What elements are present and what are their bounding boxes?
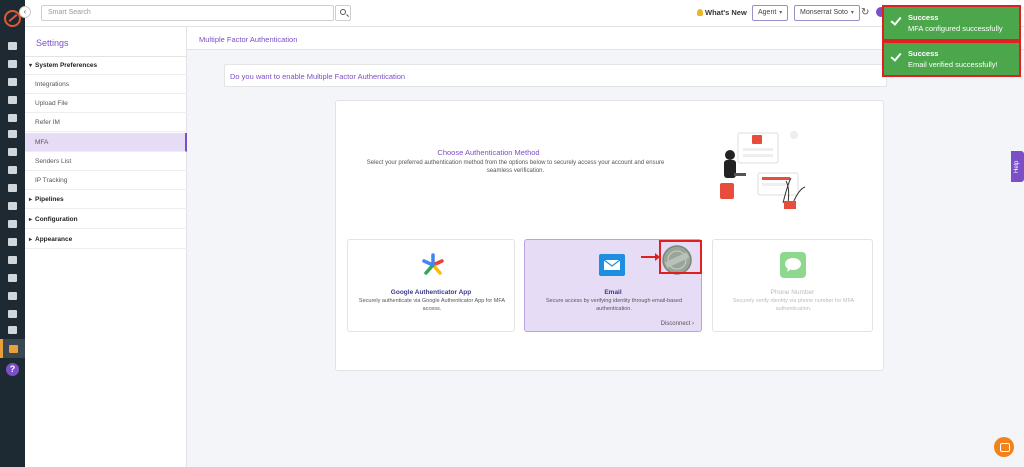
sidebar-group-configuration[interactable]: Configuration [25, 210, 187, 229]
gear-icon[interactable] [9, 345, 18, 353]
check-icon [891, 15, 901, 25]
option-desc: Secure access by verifying identity thro… [545, 298, 683, 312]
top-bar: Smart Search What's New Agent ▾ Monserrat… [25, 0, 1024, 27]
chevron-down-icon: ▾ [779, 10, 783, 16]
sidebar-group-system-preferences[interactable]: System Preferences [25, 56, 187, 75]
google-authenticator-option[interactable]: Google Authenticator App Securely authen… [347, 239, 515, 332]
user-select[interactable]: Monserrat Soto ▾ [794, 5, 860, 21]
toast-title: Success [908, 49, 939, 58]
sidebar-group-appearance[interactable]: Appearance [25, 230, 187, 249]
auth-method-card: Choose Authentication Method Select your… [335, 100, 884, 371]
option-name: Phone Number [770, 289, 815, 296]
help-circle-icon[interactable]: ? [6, 363, 19, 376]
toast-email-verified[interactable]: Success Email verified successfully! [882, 41, 1021, 77]
chart-icon[interactable] [8, 202, 17, 210]
user-select-value: Monserrat Soto [800, 9, 848, 16]
bank-icon[interactable] [8, 96, 17, 104]
disconnect-label: Disconnect [660, 321, 691, 327]
chat-icon[interactable] [994, 437, 1014, 457]
annotation-arrow [641, 253, 660, 261]
mfa-question: Do you want to enable Multiple Factor Au… [230, 72, 406, 81]
list-icon[interactable] [8, 114, 17, 122]
sidebar-item-refer-im[interactable]: Refer IM [25, 113, 187, 132]
security-illustration [720, 131, 806, 209]
contacts-icon[interactable] [8, 60, 17, 68]
annotation-highlight-box [659, 240, 702, 274]
sidebar-item-ip-tracking[interactable]: IP Tracking [25, 171, 187, 190]
google-authenticator-icon [422, 253, 444, 275]
collapse-sidebar-button[interactable]: ‹ [19, 6, 31, 18]
toast-body: Success MFA configured successfully [885, 8, 1018, 38]
search-icon [340, 9, 346, 15]
settings-title: Settings [36, 38, 69, 48]
phone-number-option: Phone Number Securely verify identity vi… [712, 239, 873, 332]
sidebar-item-senders-list[interactable]: Senders List [25, 152, 187, 171]
file-icon[interactable] [8, 184, 17, 192]
app-rail: ? [0, 0, 25, 467]
option-name: Google Authenticator App [390, 289, 472, 296]
chevron-down-icon: ▾ [850, 10, 854, 16]
toast-message: Email verified successfully! [908, 60, 998, 69]
method-subtitle: Select your preferred authentication met… [366, 160, 665, 174]
documents-icon[interactable] [8, 78, 17, 86]
analytics-icon[interactable] [8, 326, 17, 334]
settings-sidebar: Settings System Preferences Integrations… [25, 27, 187, 467]
grid-icon[interactable] [8, 256, 17, 264]
toast-message: MFA configured successfully [908, 24, 1003, 33]
sidebar-item-integrations[interactable]: Integrations [25, 75, 187, 94]
mfa-question-card: Do you want to enable Multiple Factor Au… [224, 64, 887, 87]
search-button[interactable] [335, 5, 351, 21]
refresh-icon[interactable]: ↻ [861, 7, 869, 18]
main-content: Multiple Factor Authentication Do you wa… [187, 27, 1024, 467]
role-select[interactable]: Agent ▾ [752, 5, 789, 21]
sidebar-group-pipelines[interactable]: Pipelines [25, 190, 187, 209]
help-tab[interactable]: Help [1011, 151, 1024, 182]
option-name: Email [604, 289, 622, 296]
email-icon [599, 254, 625, 276]
option-desc: Securely verify identity via phone numbe… [732, 298, 855, 312]
check-icon [891, 51, 901, 61]
filter-icon[interactable] [8, 148, 17, 156]
image-icon[interactable] [8, 130, 17, 138]
send-icon[interactable] [8, 310, 17, 318]
whats-new-label: What's New [705, 8, 747, 17]
sidebar-item-mfa[interactable]: MFA [25, 133, 187, 152]
folder-icon[interactable] [8, 220, 17, 228]
calendar-icon[interactable] [8, 274, 17, 282]
whats-new-link[interactable]: What's New [697, 8, 747, 17]
dashboard-icon[interactable] [8, 42, 17, 50]
phone-message-icon [780, 252, 806, 278]
method-title: Choose Authentication Method [437, 148, 540, 157]
building-icon[interactable] [8, 238, 17, 246]
toast-body: Success Email verified successfully! [885, 44, 1018, 74]
disconnect-link[interactable]: Disconnect › [661, 321, 694, 327]
toast-mfa-configured[interactable]: Success MFA configured successfully [882, 5, 1021, 41]
toast-title: Success [908, 13, 939, 22]
sidebar-item-upload-file[interactable]: Upload File [25, 94, 187, 113]
option-desc: Securely authenticate via Google Authent… [358, 298, 506, 312]
search-input[interactable]: Smart Search [41, 5, 334, 21]
megaphone-icon[interactable] [8, 166, 17, 174]
mail-icon[interactable] [8, 292, 17, 300]
bulb-icon [697, 9, 703, 16]
role-select-value: Agent [758, 9, 777, 16]
page-title: Multiple Factor Authentication [199, 35, 298, 44]
